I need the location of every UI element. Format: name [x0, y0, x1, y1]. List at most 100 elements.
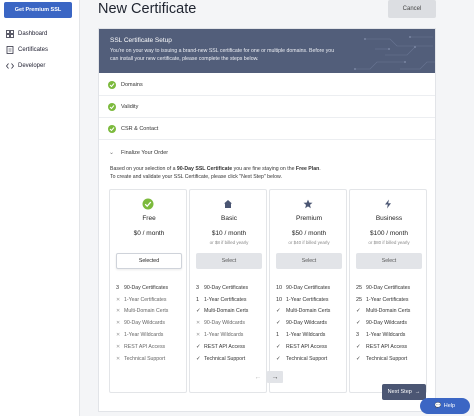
feature-item: ✓ Multi-Domain Certs [356, 306, 426, 318]
feature-item: ✕ 1-Year Certificates [116, 294, 186, 306]
plan-select-button[interactable]: Select [356, 253, 422, 269]
feature-item: ✕ 1-Year Wildcards [196, 329, 266, 341]
feature-item: 10 90-Day Certificates [276, 282, 346, 294]
feature-item: ✕ Technical Support [116, 353, 186, 365]
desc-certificate-type: 90-Day SSL Certificate [176, 166, 233, 172]
cancel-button[interactable]: Cancel [388, 0, 436, 18]
feature-item: 25 90-Day Certificates [356, 282, 426, 294]
sidebar-item-label: Developer [18, 63, 46, 69]
x-icon: ✕ [116, 343, 121, 350]
check-icon: ✓ [356, 343, 361, 350]
chevron-down-icon[interactable]: ⌄ [109, 149, 114, 156]
feature-item: ✓ Technical Support [196, 353, 266, 365]
check-icon: ✓ [276, 320, 281, 327]
feature-item: 3 90-Day Certificates [116, 282, 186, 294]
feature-list: 25 90-Day Certificates 25 1-Year Certifica… [356, 282, 426, 365]
feature-label: Multi-Domain Certs [124, 308, 169, 315]
x-icon: ✕ [116, 296, 121, 303]
desc-text: To create and validate your SSL Certific… [110, 173, 282, 180]
arrow-right-icon: → [414, 389, 421, 395]
certificate-setup-panel: SSL Certificate Setup You're on your way… [98, 28, 436, 412]
feature-label: 90-Day Certificates [204, 284, 249, 291]
feature-label: 1-Year Wildcards [204, 332, 244, 339]
x-icon: ✕ [116, 320, 121, 327]
feature-label: 1-Year Certificates [204, 296, 247, 303]
feature-item: ✓ Technical Support [276, 353, 346, 365]
next-step-button[interactable]: Next Step → [382, 384, 426, 400]
feature-label: 1-Year Wildcards [366, 332, 406, 339]
plan-name: Premium [295, 215, 322, 222]
feature-qty: 3 [116, 284, 120, 291]
plan-select-button[interactable]: Select [276, 253, 342, 269]
help-chat-button[interactable]: 💬 Help [420, 398, 470, 414]
step-label: Domains [121, 81, 143, 88]
setup-title: SSL Certificate Setup [110, 37, 172, 44]
dashboard-icon [6, 30, 14, 38]
feature-label: 1-Year Certificates [124, 296, 167, 303]
feature-item: ✓ Technical Support [356, 353, 426, 365]
feature-label: Technical Support [286, 355, 328, 362]
step-finalize-order[interactable]: Finalize Your Order [121, 150, 168, 156]
feature-label: REST API Access [204, 343, 246, 350]
plan-price: $50 / month [291, 230, 327, 237]
x-icon: ✕ [116, 355, 121, 362]
code-icon [6, 62, 14, 70]
setup-banner: SSL Certificate Setup You're on your way… [99, 29, 435, 73]
plan-yearly-price: or $40 if billed yearly [288, 240, 330, 245]
desc-text: you are fine staying on the [232, 166, 296, 172]
feature-qty: 3 [196, 284, 200, 291]
x-icon: ✕ [116, 332, 121, 339]
feature-item: ✓ REST API Access [196, 341, 266, 353]
plan-price: $0 / month [133, 230, 165, 237]
check-icon: ✓ [196, 355, 201, 362]
x-icon: ✕ [116, 308, 121, 315]
step-domains[interactable]: Domains [99, 74, 435, 96]
sidebar: Get Premium SSL Dashboard Certificates D… [0, 0, 80, 416]
feature-qty: 10 [276, 284, 283, 291]
plan-select-button[interactable]: Select [196, 253, 262, 269]
plan-price: $10 / month [211, 230, 247, 237]
feature-item: ✕ Multi-Domain Certs [116, 306, 186, 318]
feature-label: 90-Day Certificates [366, 284, 411, 291]
check-icon: ✓ [196, 308, 201, 315]
feature-item: 1 1-Year Certificates [196, 294, 266, 306]
check-icon: ✓ [276, 355, 281, 362]
plan-selected-button[interactable]: Selected [116, 253, 182, 269]
home-icon [222, 198, 234, 210]
check-icon: ✓ [196, 343, 201, 350]
sidebar-item-dashboard[interactable]: Dashboard [6, 30, 47, 38]
arrow-right-icon[interactable]: → [267, 371, 283, 383]
feature-list: 3 90-Day Certificates ✕ 1-Year Certificate… [116, 282, 186, 365]
feature-label: 1-Year Certificates [366, 296, 409, 303]
plan-card-free: Free $0 / month Selected 3 90-Day Certifi… [109, 189, 187, 393]
feature-label: REST API Access [286, 343, 328, 350]
feature-label: REST API Access [366, 343, 408, 350]
check-circle-icon [108, 102, 116, 111]
feature-item: 1 1-Year Wildcards [276, 329, 346, 341]
feature-qty: 1 [276, 332, 280, 339]
step-csr-contact[interactable]: CSR & Contact [99, 118, 435, 140]
get-premium-ssl-button[interactable]: Get Premium SSL [4, 2, 72, 18]
sidebar-item-label: Certificates [18, 47, 49, 53]
feature-item: 3 1-Year Wildcards [356, 329, 426, 341]
x-icon: ✕ [196, 332, 201, 339]
arrow-left-icon[interactable]: ← [250, 371, 266, 383]
feature-qty: 1 [196, 296, 200, 303]
x-icon: ✕ [196, 320, 201, 327]
desc-text: . [319, 166, 321, 172]
feature-item: ✓ Multi-Domain Certs [276, 306, 346, 318]
feature-label: Technical Support [204, 355, 246, 362]
step-label: Validity [121, 103, 139, 110]
feature-qty: 3 [356, 332, 360, 339]
step-validity[interactable]: Validity [99, 96, 435, 118]
feature-item: 10 1-Year Certificates [276, 294, 346, 306]
feature-label: Technical Support [366, 355, 408, 362]
sidebar-item-developer[interactable]: Developer [6, 62, 45, 70]
feature-qty: 25 [356, 284, 363, 291]
plan-card-basic: Basic $10 / month or $8 if billed yearly… [189, 189, 267, 393]
sidebar-item-certificates[interactable]: Certificates [6, 46, 48, 54]
feature-item: ✓ Multi-Domain Certs [196, 306, 266, 318]
check-circle-icon [108, 80, 116, 89]
feature-label: Technical Support [124, 355, 166, 362]
plan-name: Free [142, 215, 156, 222]
